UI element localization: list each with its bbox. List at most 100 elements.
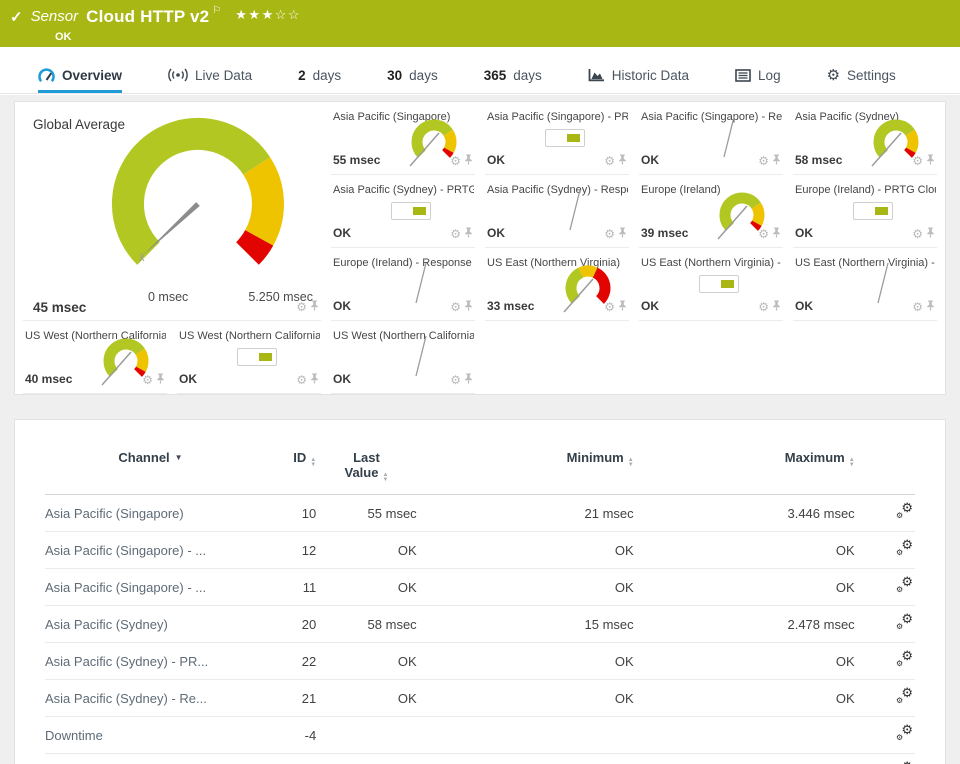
- pin-icon[interactable]: [310, 298, 319, 316]
- gauge-icon: [38, 67, 55, 82]
- tab-30-days[interactable]: 30 days: [387, 60, 438, 93]
- pin-icon[interactable]: [926, 152, 935, 170]
- pin-icon[interactable]: [618, 152, 627, 170]
- tab-settings[interactable]: ⚙ Settings: [827, 60, 896, 93]
- gear-icon[interactable]: ⚙: [758, 228, 769, 240]
- channel-tile-value: OK: [179, 372, 197, 386]
- column-header-id[interactable]: ID ▲ ▼: [255, 450, 317, 495]
- tab-log[interactable]: Log: [735, 60, 781, 93]
- toggle-indicator: [237, 348, 277, 366]
- channel-tile-value: 55 msec: [333, 153, 381, 167]
- edit-channel-cell: ⚙⚙: [854, 642, 915, 680]
- pin-icon[interactable]: [772, 298, 781, 316]
- pin-icon[interactable]: [464, 371, 473, 389]
- gear-icon[interactable]: ⚙: [604, 301, 615, 313]
- pin-icon[interactable]: [464, 298, 473, 316]
- channel-id: 11: [255, 568, 317, 606]
- channel-tile-value: OK: [487, 153, 505, 167]
- channel-name: Asia Pacific (Sydney) - PR...: [45, 642, 256, 680]
- maximum-value: 2.478 msec: [633, 605, 855, 643]
- pin-icon[interactable]: [310, 371, 319, 389]
- tab-label: Settings: [847, 67, 896, 83]
- maximum-value: 3.446 msec: [633, 494, 855, 532]
- edit-channel-gears-icon[interactable]: ⚙⚙: [896, 612, 913, 631]
- flag-icon: ⚐: [212, 5, 222, 16]
- sensor-type-label: Sensor: [30, 8, 79, 25]
- column-header-maximum[interactable]: Maximum ▲ ▼: [633, 450, 855, 495]
- maximum-value: 1.009 msec: [633, 753, 855, 764]
- edit-channel-gears-icon[interactable]: ⚙⚙: [896, 686, 913, 705]
- channel-tile: US West (Northern California)... OK ⚙: [177, 321, 321, 394]
- gear-icon[interactable]: ⚙: [912, 155, 923, 167]
- channel-tile-value: 40 msec: [25, 372, 73, 386]
- channel-name: Asia Pacific (Sydney) - Re...: [45, 679, 256, 717]
- pin-icon[interactable]: [772, 152, 781, 170]
- channels-table-panel: Channel ▼ ID ▲ ▼ Last Value ▲ ▼ Minimum ▲ ▼ Maximum ▲…: [14, 419, 946, 764]
- channel-tile: Asia Pacific (Sydney) - Respo... OK ⚙: [485, 175, 629, 248]
- gear-icon[interactable]: ⚙: [912, 301, 923, 313]
- gear-icon[interactable]: ⚙: [142, 374, 153, 386]
- tab-label: Log: [758, 67, 781, 83]
- channel-tile-title: Asia Pacific (Sydney) - Respo...: [487, 184, 629, 196]
- gear-icon[interactable]: ⚙: [296, 374, 307, 386]
- minimum-value: 16 msec: [416, 753, 634, 764]
- channel-tile-title: US East (Northern Virginia) - ...: [795, 257, 937, 269]
- channel-tile-value: OK: [333, 299, 351, 313]
- gear-icon[interactable]: ⚙: [450, 155, 461, 167]
- gear-icon[interactable]: ⚙: [758, 301, 769, 313]
- pin-icon[interactable]: [618, 298, 627, 316]
- edit-channel-gears-icon[interactable]: ⚙⚙: [896, 649, 913, 668]
- pin-icon[interactable]: [156, 371, 165, 389]
- channel-tile-title: Europe (Ireland) - PRTG Cloud...: [795, 184, 936, 196]
- edit-channel-gears-icon[interactable]: ⚙⚙: [896, 538, 913, 557]
- edit-channel-cell: ⚙⚙: [854, 531, 915, 569]
- column-header-channel[interactable]: Channel ▼: [45, 450, 256, 495]
- edit-channel-gears-icon[interactable]: ⚙⚙: [896, 723, 913, 742]
- table-row: Asia Pacific (Singapore) 10 55 msec 21 msec…: [45, 494, 915, 532]
- pin-icon[interactable]: [772, 225, 781, 243]
- table-row: Asia Pacific (Sydney) - PR... 22 OK OK OK ⚙ ⚙: [45, 642, 915, 680]
- gear-icon[interactable]: ⚙: [450, 374, 461, 386]
- tab-historic-data[interactable]: Historic Data: [588, 60, 689, 93]
- maximum-value: [633, 716, 855, 754]
- channel-tile-value: OK: [641, 299, 659, 313]
- pin-icon[interactable]: [926, 225, 935, 243]
- column-header-minimum[interactable]: Minimum ▲ ▼: [416, 450, 634, 495]
- pin-icon[interactable]: [464, 152, 473, 170]
- gear-icon[interactable]: ⚙: [296, 301, 307, 313]
- channel-tile-title: US East (Northern Virginia) - ...: [641, 257, 783, 269]
- gauge-needle: [142, 202, 200, 256]
- maximum-value: OK: [633, 531, 855, 569]
- last-value: OK: [316, 642, 417, 680]
- pin-icon[interactable]: [926, 298, 935, 316]
- gear-icon[interactable]: ⚙: [758, 155, 769, 167]
- edit-channel-gears-icon[interactable]: ⚙⚙: [896, 575, 913, 594]
- tab-live-data[interactable]: Live Data: [168, 60, 252, 93]
- channel-tile: Asia Pacific (Singapore) 55 msec ⚙: [331, 102, 475, 175]
- minimum-value: OK: [416, 531, 634, 569]
- gear-icon[interactable]: ⚙: [604, 228, 615, 240]
- priority-stars[interactable]: ★★★☆☆: [235, 7, 301, 23]
- last-value: 58 msec: [316, 605, 417, 643]
- global-average-tile: Global Average x̄ 0 msec 5.250 msec 45 m…: [23, 102, 321, 321]
- gear-icon[interactable]: ⚙: [604, 155, 615, 167]
- tab-overview[interactable]: Overview: [38, 60, 123, 93]
- channel-name: Europe (Ireland): [45, 753, 256, 764]
- pin-icon[interactable]: [464, 225, 473, 243]
- sensor-name: Cloud HTTP v2: [86, 7, 210, 26]
- tab-label: Historic Data: [611, 67, 690, 83]
- gear-icon[interactable]: ⚙: [912, 228, 923, 240]
- column-header-last-value[interactable]: Last Value ▲ ▼: [316, 450, 417, 495]
- settings-gear-icon: ⚙: [826, 66, 841, 84]
- edit-channel-gears-icon[interactable]: ⚙⚙: [896, 501, 913, 520]
- tab-2-days[interactable]: 2 days: [298, 60, 341, 93]
- gear-icon[interactable]: ⚙: [450, 228, 461, 240]
- channel-tile: Europe (Ireland) - Response C... OK ⚙: [331, 248, 475, 321]
- gear-icon[interactable]: ⚙: [450, 301, 461, 313]
- main-content: Global Average x̄ 0 msec 5.250 msec 45 m…: [0, 95, 960, 764]
- pin-icon[interactable]: [618, 225, 627, 243]
- channel-tile-value: 58 msec: [795, 153, 843, 167]
- edit-channel-cell: ⚙⚙: [854, 568, 915, 606]
- tab-365-days[interactable]: 365 days: [484, 60, 542, 93]
- channel-id: 10: [255, 494, 317, 532]
